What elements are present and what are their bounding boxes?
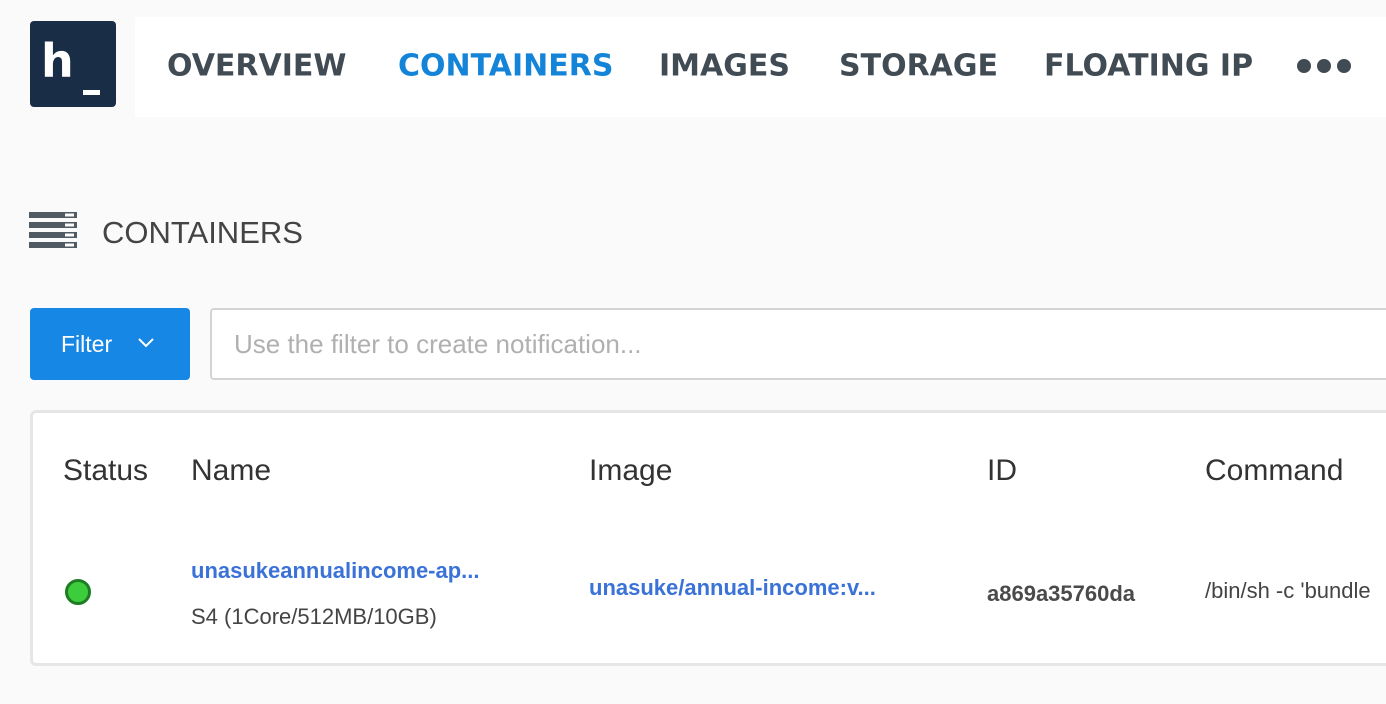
nav-item-storage[interactable]: STORAGE	[839, 49, 998, 84]
app-logo[interactable]: h	[30, 21, 116, 107]
column-header-id: ID	[987, 454, 1017, 487]
filter-button[interactable]: Filter	[30, 308, 190, 380]
containers-table: Status Name Image ID Command unasukeannu…	[30, 410, 1386, 666]
more-horizontal-icon[interactable]	[1296, 58, 1352, 74]
top-navigation: OVERVIEW CONTAINERS IMAGES STORAGE FLOAT…	[135, 17, 1386, 117]
column-header-name: Name	[191, 454, 272, 487]
column-header-command: Command	[1205, 454, 1344, 487]
filter-input[interactable]	[210, 308, 1386, 380]
container-image-link[interactable]: unasuke/annual-income:v...	[589, 575, 876, 601]
column-header-image: Image	[589, 454, 673, 487]
status-indicator	[65, 579, 91, 605]
container-command: /bin/sh -c 'bundle	[1205, 578, 1371, 603]
nav-item-overview[interactable]: OVERVIEW	[167, 49, 346, 84]
logo-underscore-mark	[83, 90, 100, 95]
container-plan: S4 (1Core/512MB/10GB)	[191, 604, 437, 629]
column-header-status: Status	[63, 454, 149, 487]
container-id: a869a35760da	[987, 581, 1136, 606]
filter-button-label: Filter	[61, 331, 113, 357]
nav-item-images[interactable]: IMAGES	[659, 49, 790, 84]
nav-item-containers[interactable]: CONTAINERS	[398, 49, 613, 84]
server-stack-icon	[29, 212, 77, 248]
nav-item-floating-ip[interactable]: FLOATING IP	[1044, 49, 1253, 84]
container-name-link[interactable]: unasukeannualincome-ap...	[191, 558, 480, 584]
logo-letter: h	[41, 34, 74, 88]
page-title: CONTAINERS	[102, 215, 303, 250]
chevron-down-icon	[138, 338, 154, 348]
